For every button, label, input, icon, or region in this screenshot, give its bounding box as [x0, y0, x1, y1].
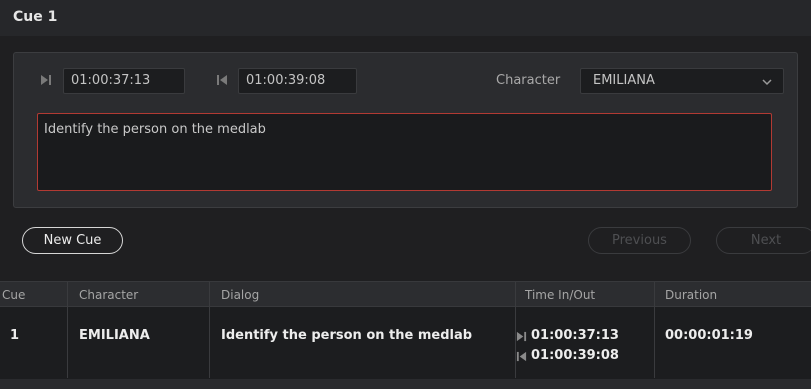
- chevron-down-icon: [761, 77, 773, 87]
- mark-out-icon: [516, 351, 527, 362]
- dialog-textarea[interactable]: Identify the person on the medlab: [37, 113, 772, 191]
- dialog-text: Identify the person on the medlab: [44, 122, 266, 137]
- previous-button[interactable]: Previous: [588, 227, 691, 254]
- row-time-in: 01:00:37:13: [531, 328, 619, 343]
- bottom-strip: [0, 379, 811, 389]
- new-cue-button[interactable]: New Cue: [22, 227, 123, 254]
- row-time-out: 01:00:39:08: [531, 348, 619, 363]
- row-dialog: Identify the person on the medlab: [221, 328, 473, 343]
- character-select[interactable]: EMILIANA: [580, 68, 784, 94]
- cue-title: Cue 1: [13, 9, 58, 25]
- character-label: Character: [496, 73, 561, 88]
- column-header-character[interactable]: Character: [79, 288, 138, 302]
- cue-header: Cue 1: [0, 0, 811, 36]
- table-header: Cue Character Dialog Time In/Out Duratio…: [0, 281, 811, 307]
- character-value: EMILIANA: [593, 73, 655, 88]
- row-duration: 00:00:01:19: [665, 328, 753, 343]
- column-divider: [515, 282, 516, 378]
- time-in-value: 01:00:37:13: [71, 73, 151, 88]
- mark-out-icon: [216, 74, 228, 86]
- column-header-dialog[interactable]: Dialog: [221, 288, 259, 302]
- column-divider: [67, 282, 68, 378]
- row-cue: 1: [10, 328, 20, 343]
- mark-in-icon: [516, 331, 527, 342]
- time-out-value: 01:00:39:08: [246, 73, 326, 88]
- column-header-time-in-out[interactable]: Time In/Out: [525, 288, 595, 302]
- column-divider: [209, 282, 210, 378]
- table-row[interactable]: 1 EMILIANA Identify the person on the me…: [0, 307, 811, 379]
- next-button[interactable]: Next: [716, 227, 811, 254]
- column-header-duration[interactable]: Duration: [665, 288, 717, 302]
- time-in-field[interactable]: 01:00:37:13: [63, 68, 185, 94]
- mark-in-icon: [40, 74, 52, 86]
- column-divider: [654, 282, 655, 378]
- column-header-cue[interactable]: Cue: [2, 288, 25, 302]
- time-out-field[interactable]: 01:00:39:08: [238, 68, 357, 94]
- row-character: EMILIANA: [79, 328, 150, 343]
